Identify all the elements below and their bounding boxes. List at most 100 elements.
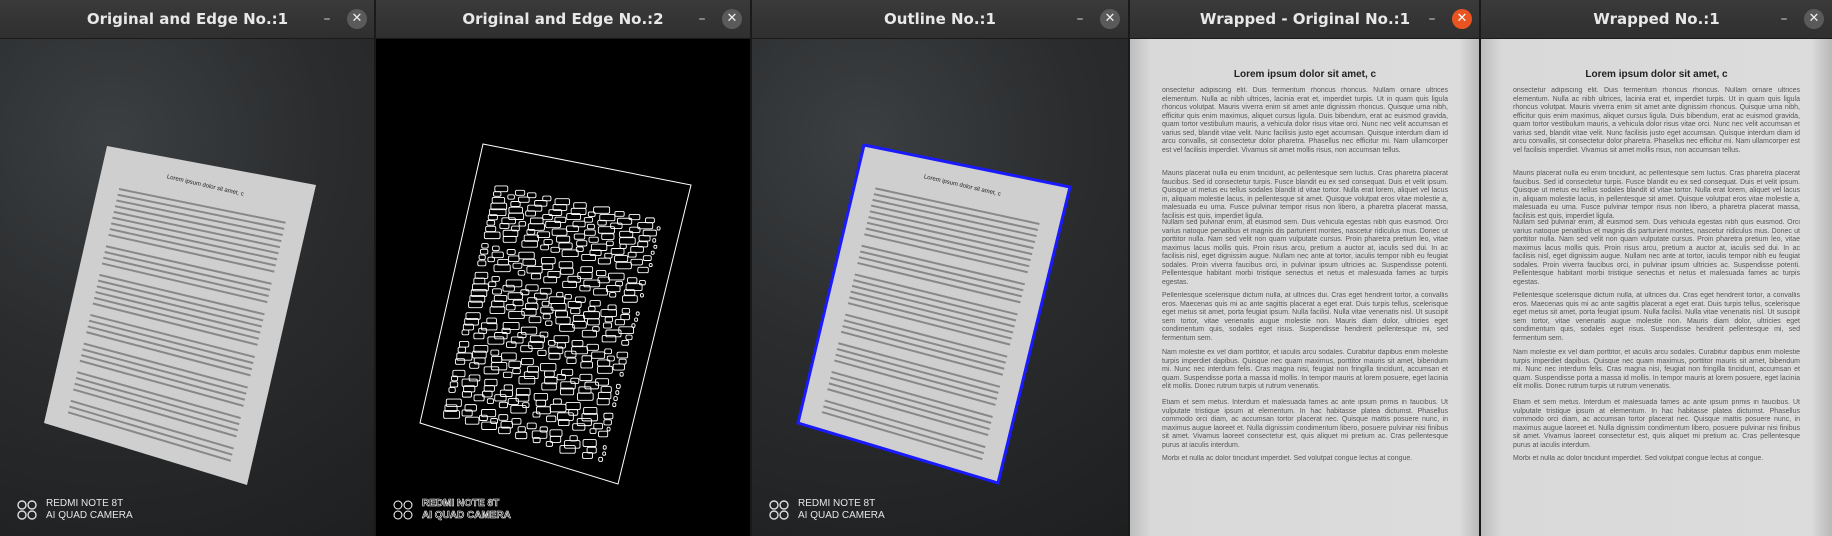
edge-blob: [503, 384, 514, 391]
edge-blob: [603, 412, 614, 420]
edge-blob: [575, 246, 584, 252]
edge-blob: [473, 332, 485, 340]
close-button[interactable]: ✕: [1100, 9, 1120, 29]
titlebar[interactable]: Wrapped No.:1 – ✕: [1481, 0, 1832, 39]
edge-blob: [619, 243, 627, 249]
edge-blob: [598, 430, 609, 438]
outline-scene: Lorem ipsum dolor sit amet, c: [796, 143, 1072, 485]
close-button[interactable]: ✕: [1452, 9, 1472, 29]
edge-blob: [529, 217, 544, 225]
edge-blob: [549, 429, 563, 437]
minimize-button[interactable]: –: [1070, 9, 1090, 29]
edge-blob: [559, 445, 576, 454]
document-paragraph: Nam molestie ex vel diam porttitor, et i…: [1513, 349, 1800, 390]
edge-blob: [604, 348, 612, 355]
edge-blob: [535, 399, 547, 407]
edge-blob: [483, 231, 501, 240]
edge-blob: [506, 249, 516, 255]
window-wrapped-original-1: Wrapped - Original No.:1 – ✕ Lorem ipsum…: [1130, 0, 1480, 536]
minimize-button[interactable]: –: [1422, 9, 1442, 29]
edge-blob: [561, 249, 579, 258]
camera-lens-icon: [769, 500, 789, 520]
watermark-line-2: AI QUAD CAMERA: [46, 510, 133, 521]
edge-blob: [473, 277, 486, 285]
edge-blob: [508, 206, 523, 214]
titlebar[interactable]: Original and Edge No.:1 – ✕: [0, 0, 375, 39]
edge-blob: [498, 401, 508, 409]
document-paragraph: Pellentesque scelerisque dictum nulla, a…: [1513, 292, 1800, 342]
edge-blob: [492, 288, 502, 295]
edge-blob: [502, 235, 517, 243]
edge-blob: [628, 213, 641, 221]
edge-blob: [621, 307, 631, 314]
close-button[interactable]: ✕: [722, 9, 742, 29]
camera-watermark: REDMI NOTE 8T AI QUAD CAMERA: [392, 498, 511, 522]
edge-blob: [485, 225, 497, 233]
edge-blob: [502, 371, 513, 378]
titlebar[interactable]: Original and Edge No.:2 – ✕: [376, 0, 750, 39]
window-title: Original and Edge No.:2: [462, 10, 664, 28]
edge-blob: [564, 293, 572, 300]
edge-blob: [510, 405, 527, 414]
document-title: Lorem ipsum dolor sit amet, c: [1233, 69, 1377, 80]
edge-blob: [565, 401, 581, 410]
edge-blob: [621, 340, 630, 346]
edge-blob: [518, 221, 527, 227]
edge-blob: [571, 346, 589, 355]
edge-blob: [487, 336, 505, 345]
window-title: Wrapped - Original No.:1: [1199, 10, 1411, 28]
minimize-button[interactable]: –: [692, 9, 712, 29]
edge-blob: [468, 374, 481, 382]
edge-blob: [481, 243, 489, 249]
edge-blob: [602, 451, 607, 456]
edge-blob: [533, 392, 549, 401]
minimize-button[interactable]: –: [317, 9, 337, 29]
edge-blob: [491, 197, 506, 204]
edge-blob: [545, 320, 553, 327]
edge-blob: [627, 251, 637, 258]
edge-blob: [570, 307, 581, 315]
edge-blob: [520, 357, 534, 366]
edge-blob: [560, 267, 574, 275]
edge-blob: [550, 246, 560, 253]
edge-blob: [512, 262, 523, 269]
edge-blob: [479, 414, 488, 421]
edge-blob: [598, 456, 604, 462]
edge-blob: [536, 406, 551, 415]
edge-blob: [536, 231, 551, 239]
edge-blob: [577, 271, 593, 280]
edge-blob: [526, 422, 537, 430]
edge-blob: [474, 271, 489, 279]
edge-blob: [615, 383, 621, 389]
edge-blob: [579, 284, 591, 292]
edge-blob: [607, 272, 625, 281]
close-button[interactable]: ✕: [1804, 9, 1824, 29]
window-wrapped-1: Wrapped No.:1 – ✕ Lorem ipsum dolor sit …: [1481, 0, 1832, 536]
edge-blob: [514, 189, 526, 196]
edge-blob: [479, 248, 489, 255]
document-paragraph: onsectetur adipiscing elit. Duis ferment…: [1513, 87, 1800, 154]
edge-blob: [627, 277, 638, 284]
edge-blob: [597, 226, 615, 234]
titlebar[interactable]: Outline No.:1 – ✕: [752, 0, 1128, 39]
document-paragraph: Nam molestie ex vel diam porttitor, et i…: [1162, 349, 1448, 390]
edge-blob: [618, 358, 627, 365]
edge-blob: [588, 236, 599, 243]
edge-blob: [637, 266, 649, 274]
edge-blob: [558, 261, 574, 269]
edge-blob: [541, 263, 554, 270]
close-button[interactable]: ✕: [347, 9, 367, 29]
edge-blob: [541, 300, 550, 307]
watermark-line-1: REDMI NOTE 8T: [46, 498, 124, 509]
edge-blob: [540, 257, 556, 265]
titlebar[interactable]: Wrapped - Original No.:1 – ✕: [1130, 0, 1480, 39]
edge-blob: [478, 254, 486, 260]
edge-blob: [602, 445, 607, 450]
edge-blob: [586, 343, 599, 351]
edge-blob: [544, 370, 555, 378]
minimize-button[interactable]: –: [1774, 9, 1794, 29]
camera-image: Lorem ipsum dolor sit amet, c REDMI NOTE…: [0, 39, 375, 536]
edge-blob: [615, 390, 620, 395]
edge-blob: [593, 422, 604, 430]
edge-blob: [486, 220, 496, 226]
